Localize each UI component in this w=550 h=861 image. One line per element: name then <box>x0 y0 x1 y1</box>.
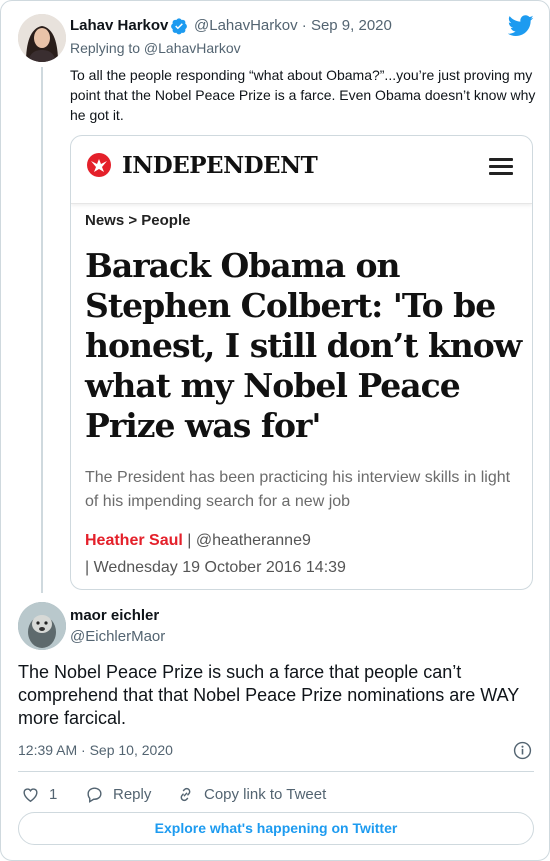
replying-to[interactable]: Replying to @LahavHarkov <box>70 40 241 56</box>
avatar[interactable] <box>18 14 66 62</box>
article-standfirst: The President has been practicing his in… <box>85 469 511 510</box>
brand-name: INDEPENDENT <box>122 152 318 179</box>
author-handle[interactable]: @EichlerMaor <box>70 628 165 645</box>
author-handle[interactable]: @LahavHarkov · Sep 9, 2020 <box>194 17 392 34</box>
like-count: 1 <box>49 785 58 803</box>
dot-separator: · <box>301 17 307 34</box>
explore-twitter-button[interactable]: Explore what's happening on Twitter <box>18 812 534 845</box>
hamburger-menu-icon <box>489 158 513 176</box>
thread-connector <box>41 67 43 593</box>
byline-author: Heather Saul <box>85 532 183 549</box>
byline: Heather Saul | @heatheranne9 <box>85 529 525 553</box>
site-header: INDEPENDENT <box>71 136 532 204</box>
like-button[interactable]: 1 <box>21 783 57 805</box>
independent-eagle-icon <box>87 153 111 177</box>
article-date: | Wednesday 19 October 2016 14:39 <box>85 559 346 576</box>
copy-link-button[interactable]: Copy link to Tweet <box>176 783 326 805</box>
author-name[interactable]: maor eichler <box>70 607 159 624</box>
reply-button[interactable]: Reply <box>85 783 151 805</box>
article-headline: Barack Obama on Stephen Colbert: 'To be … <box>85 246 522 445</box>
avatar[interactable] <box>18 602 66 650</box>
reply-icon <box>87 786 102 803</box>
reply-label: Reply <box>113 785 152 803</box>
twitter-bird-icon[interactable] <box>508 15 534 37</box>
handle[interactable]: @LahavHarkov <box>194 17 298 34</box>
verified-badge-icon <box>171 18 187 35</box>
breadcrumb: News > People <box>85 212 191 229</box>
tweet-text: To all the people responding “what about… <box>70 67 536 123</box>
tweet-date[interactable]: Sep 9, 2020 <box>311 17 392 34</box>
author-name[interactable]: Lahav Harkov <box>70 17 168 34</box>
link-icon <box>180 787 191 801</box>
byline-handle: | @heatheranne9 <box>182 532 311 549</box>
tweet-timestamp[interactable]: 12:39 AM · Sep 10, 2020 <box>18 742 173 758</box>
tweet-embed: Lahav Harkov @LahavHarkov · Sep 9, 2020 … <box>0 0 550 861</box>
divider <box>18 771 534 772</box>
tweet-text: The Nobel Peace Prize is such a farce th… <box>18 662 519 728</box>
article-image[interactable]: INDEPENDENT News > People Barack Obama o… <box>70 135 533 590</box>
heart-icon <box>23 787 38 802</box>
copy-link-label: Copy link to Tweet <box>204 785 327 803</box>
info-icon[interactable] <box>513 741 532 760</box>
